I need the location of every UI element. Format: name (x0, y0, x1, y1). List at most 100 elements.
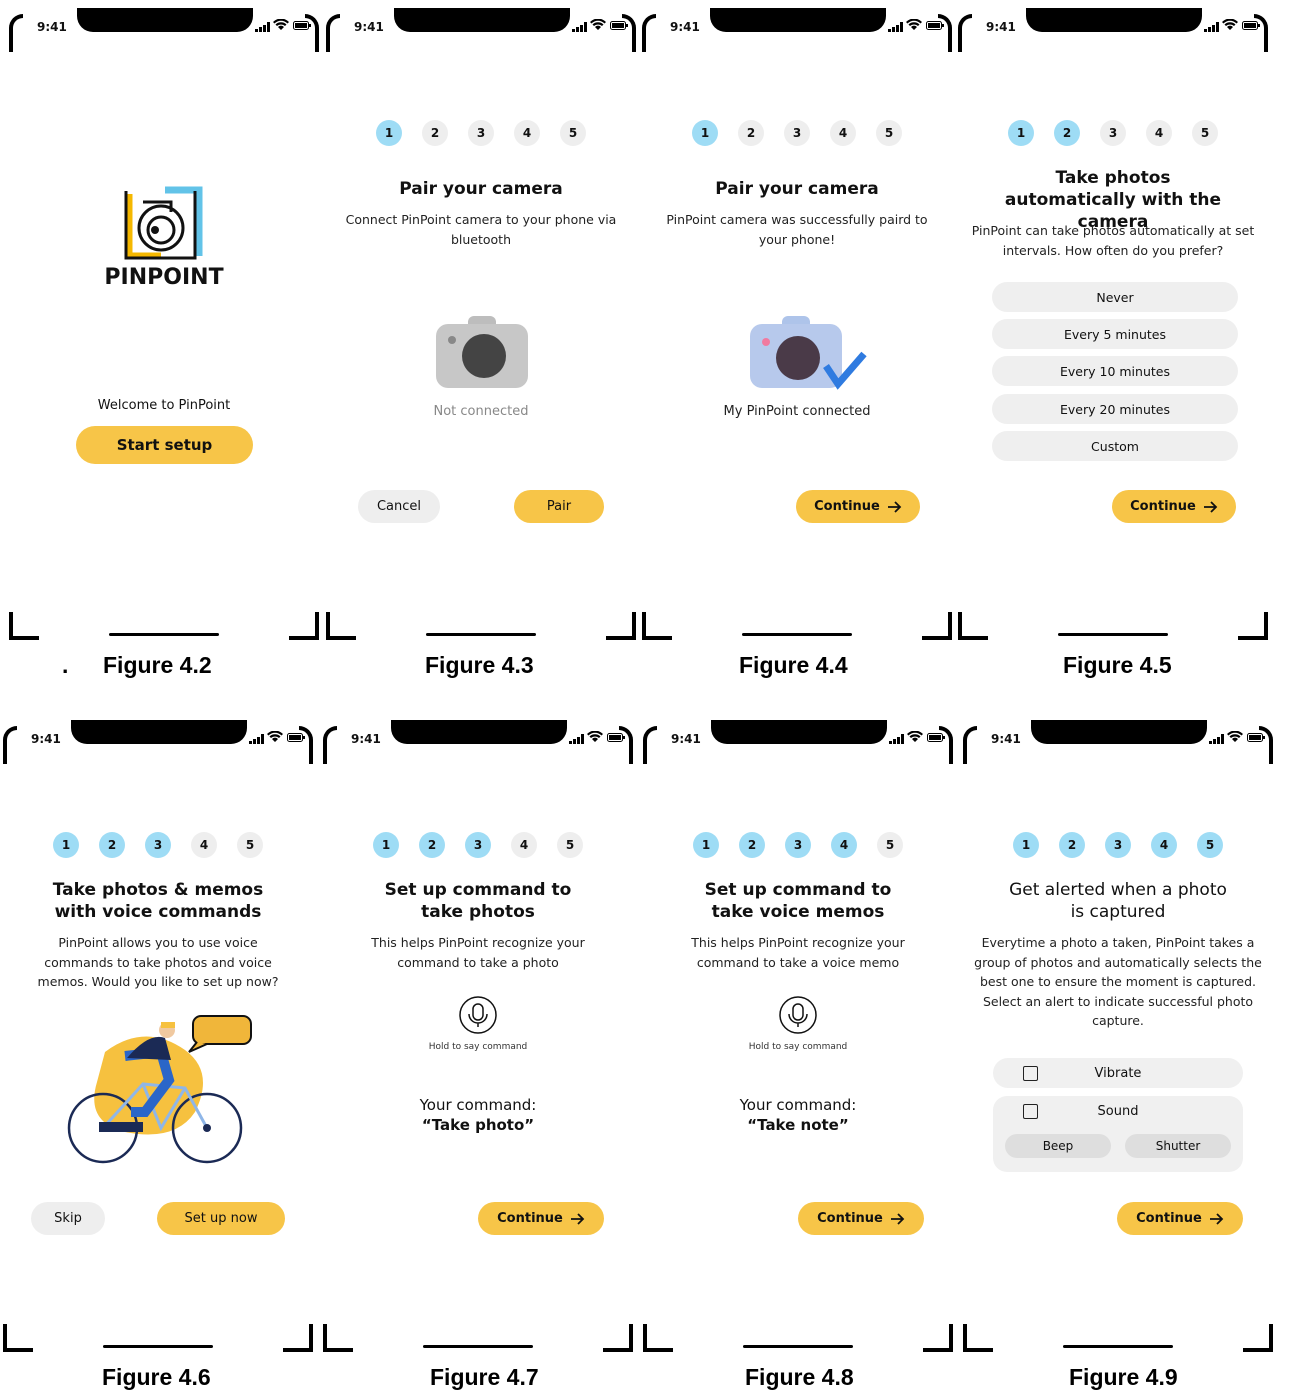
status-time: 9:41 (671, 732, 701, 746)
wifi-icon (1222, 19, 1238, 30)
step-2: 2 (1054, 120, 1080, 146)
step-3: 3 (468, 120, 494, 146)
caption-4-4: Figure 4.4 (739, 652, 848, 678)
step-indicator: 1 2 3 4 5 (643, 832, 953, 858)
status-bar: 9:41 (643, 720, 953, 764)
arrow-right-icon (887, 500, 902, 513)
skip-button[interactable]: Skip (31, 1202, 105, 1235)
interval-option-20-min[interactable]: Every 20 minutes (992, 394, 1238, 424)
microphone-icon[interactable] (779, 996, 817, 1034)
phone-voice-commands: 9:41 1 2 3 4 5 Take photos & memos with … (3, 720, 313, 1352)
caption-4-8: Figure 4.8 (745, 1364, 854, 1390)
set-up-now-button[interactable]: Set up now (157, 1202, 285, 1235)
command-value: “Take note” (747, 1116, 849, 1134)
step-indicator: 1 2 3 4 5 (326, 120, 636, 146)
continue-button[interactable]: Continue (796, 490, 920, 523)
battery-icon (607, 733, 625, 742)
command-label: Your command: (739, 1096, 857, 1114)
wifi-icon (273, 19, 289, 30)
page-description: PinPoint camera was successfully paird t… (666, 212, 928, 247)
wifi-icon (587, 731, 603, 742)
connection-status: My PinPoint connected (723, 404, 871, 419)
caption-4-5: Figure 4.5 (1063, 652, 1172, 678)
page-title: Set up command to take photos (384, 880, 572, 922)
signal-icon (572, 22, 587, 32)
sound-label: Sound (1097, 1104, 1139, 1119)
caption-4-3: Figure 4.3 (425, 652, 534, 678)
step-4: 4 (1146, 120, 1172, 146)
shutter-chip[interactable]: Shutter (1125, 1134, 1231, 1158)
interval-option-custom[interactable]: Custom (992, 431, 1238, 461)
continue-button[interactable]: Continue (1117, 1202, 1243, 1235)
continue-button[interactable]: Continue (1112, 490, 1236, 523)
step-2: 2 (739, 832, 765, 858)
home-indicator (103, 1345, 213, 1348)
status-bar: 9:41 (326, 8, 636, 52)
battery-icon (610, 21, 628, 30)
cancel-button[interactable]: Cancel (358, 490, 440, 523)
interval-option-5-min[interactable]: Every 5 minutes (992, 319, 1238, 349)
status-time: 9:41 (351, 732, 381, 746)
step-indicator: 1 2 3 4 5 (323, 832, 633, 858)
phone-memo-command: 9:41 1 2 3 4 5 Set up command to take vo… (643, 720, 953, 1352)
camera-icon (436, 316, 528, 388)
step-indicator: 1 2 3 4 5 (3, 832, 313, 858)
step-4: 4 (1151, 832, 1177, 858)
signal-icon (889, 734, 904, 744)
caption-4-7: Figure 4.7 (430, 1364, 539, 1390)
notch (391, 720, 567, 744)
wifi-icon (907, 731, 923, 742)
step-4: 4 (514, 120, 540, 146)
step-indicator: 1 2 3 4 5 (958, 120, 1268, 146)
step-4: 4 (830, 120, 856, 146)
step-3: 3 (1100, 120, 1126, 146)
status-time: 9:41 (991, 732, 1021, 746)
step-1: 1 (376, 120, 402, 146)
battery-icon (1242, 21, 1260, 30)
step-2: 2 (99, 832, 125, 858)
status-time: 9:41 (31, 732, 61, 746)
vibrate-option[interactable]: Vibrate (993, 1058, 1243, 1088)
arrow-right-icon (1209, 1212, 1224, 1225)
step-5: 5 (876, 120, 902, 146)
phone-paired: 9:41 1 2 3 4 5 Pair your camera PinPoint… (642, 8, 952, 640)
caption-4-6: Figure 4.6 (102, 1364, 211, 1390)
step-3: 3 (465, 832, 491, 858)
signal-icon (249, 734, 264, 744)
notch (77, 8, 253, 32)
status-bar: 9:41 (963, 720, 1273, 764)
page-description: This helps PinPoint recognize your comma… (691, 935, 905, 970)
start-setup-button[interactable]: Start setup (76, 426, 253, 464)
sound-option[interactable]: Sound Beep Shutter (993, 1096, 1243, 1172)
step-1: 1 (373, 832, 399, 858)
notch (1031, 720, 1207, 744)
notch (394, 8, 570, 32)
status-time: 9:41 (670, 20, 700, 34)
home-indicator (423, 1345, 533, 1348)
page-title: Get alerted when a photo is captured (1009, 880, 1227, 922)
phone-auto-photos: 9:41 1 2 3 4 5 Take photos automatically… (958, 8, 1268, 640)
continue-button[interactable]: Continue (798, 1202, 924, 1235)
welcome-text: Welcome to PinPoint (97, 398, 231, 413)
microphone-icon[interactable] (459, 996, 497, 1034)
step-4: 4 (191, 832, 217, 858)
beep-chip[interactable]: Beep (1005, 1134, 1111, 1158)
step-1: 1 (1013, 832, 1039, 858)
phone-photo-command: 9:41 1 2 3 4 5 Set up command to take ph… (323, 720, 633, 1352)
step-1: 1 (693, 832, 719, 858)
step-5: 5 (560, 120, 586, 146)
page-description: PinPoint allows you to use voice command… (37, 935, 279, 989)
battery-icon (1247, 733, 1265, 742)
pair-button[interactable]: Pair (514, 490, 604, 523)
interval-option-10-min[interactable]: Every 10 minutes (992, 356, 1238, 386)
step-3: 3 (145, 832, 171, 858)
status-time: 9:41 (37, 20, 67, 34)
command-value: “Take photo” (421, 1116, 535, 1134)
phone-pair: 9:41 1 2 3 4 5 Pair your camera Connect … (326, 8, 636, 640)
status-bar: 9:41 (9, 8, 319, 52)
continue-button[interactable]: Continue (478, 1202, 604, 1235)
signal-icon (569, 734, 584, 744)
interval-option-never[interactable]: Never (992, 282, 1238, 312)
wifi-icon (267, 731, 283, 742)
step-4: 4 (511, 832, 537, 858)
